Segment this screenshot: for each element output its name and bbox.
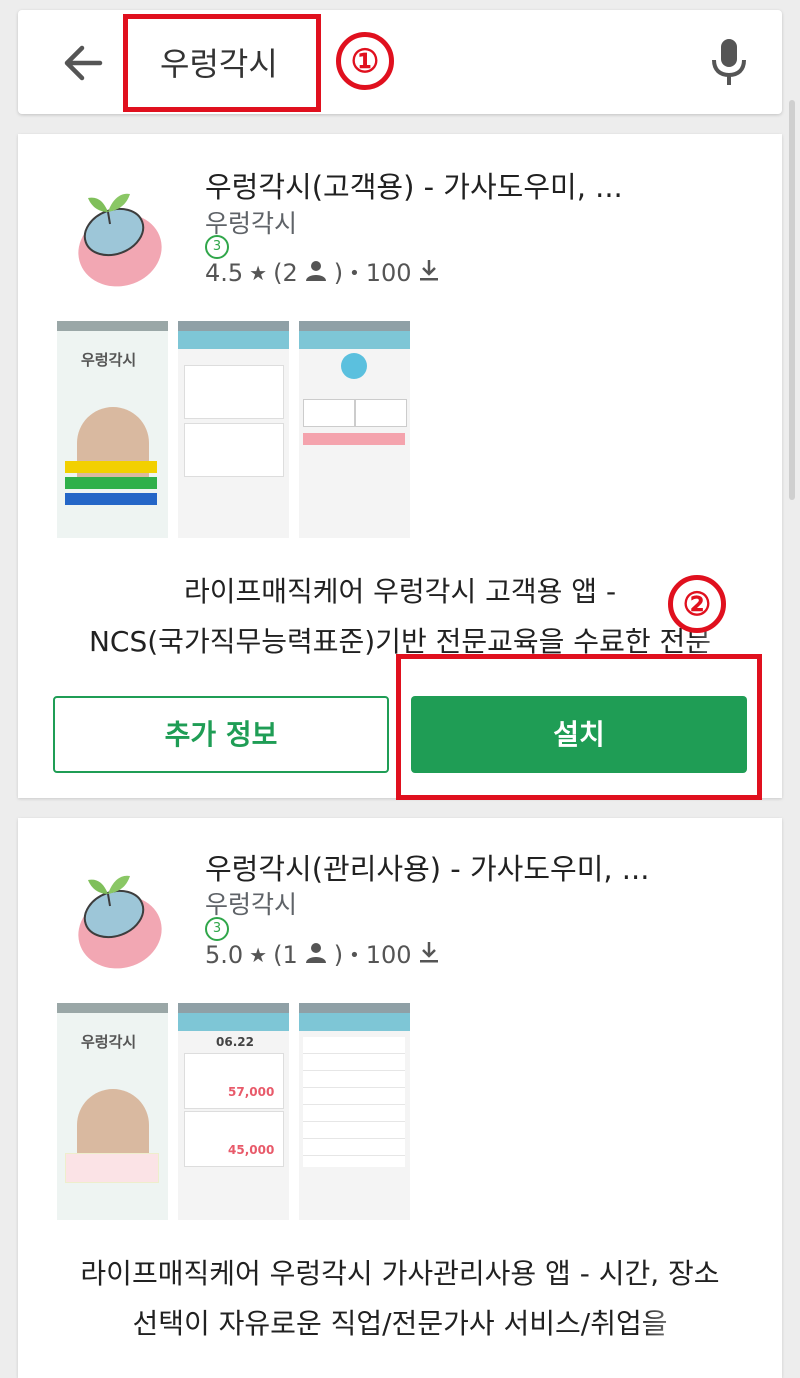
screenshot-green-bar [65,477,157,489]
install-count: 100 [365,259,412,287]
app-icon[interactable] [68,178,168,290]
description-fade [640,1296,720,1336]
screenshot-login-form [65,1153,159,1183]
person-icon [304,940,328,970]
back-arrow-icon[interactable] [60,40,106,86]
rating-row: 5.0 ★ (1 ) • 100 [205,940,440,970]
download-icon [418,258,440,288]
screenshot-date: 06.22 [216,1035,254,1049]
screenshot-list-item [184,365,284,419]
separator-dot: • [349,262,360,284]
screenshot-option [303,399,355,427]
annotation-number-2: ② [668,575,726,633]
review-count-close: ) [333,941,344,969]
app-description-line: 라이프매직케어 우렁각시 고객용 앱 - [183,575,617,608]
screenshot-button [303,433,405,445]
screenshot-brand: 우렁각시 [81,1033,137,1051]
star-icon: ★ [249,943,268,967]
install-count: 100 [365,941,412,969]
app-screenshot[interactable]: 06.22 57,000 45,000 [178,1003,289,1220]
microphone-icon[interactable] [710,38,748,86]
screenshot-option [355,399,407,427]
rating-row: 4.5 ★ (2 ) • 100 [205,258,440,288]
rating-value: 4.5 [205,259,244,287]
review-count: (1 [273,941,298,969]
screenshot-brand: 우렁각시 [81,351,137,369]
app-title[interactable]: 우렁각시(고객용) - 가사도우미, ... [205,164,623,206]
app-icon[interactable] [68,860,168,972]
developer-name[interactable]: 우렁각시 [205,885,297,921]
screenshot-list-item [184,423,284,477]
rating-value: 5.0 [205,941,244,969]
screenshot-list-item [184,1053,284,1109]
rating-badge-icon: 3 [205,235,229,259]
app-screenshot[interactable]: 우렁각시 [57,1003,168,1220]
install-highlight-box [396,654,762,800]
review-count-close: ) [333,259,344,287]
screenshot-menu-list [303,1037,405,1167]
download-icon [418,940,440,970]
separator-dot: • [349,944,360,966]
screenshot-price: 57,000 [228,1085,275,1099]
app-screenshot[interactable]: 우렁각시 [57,321,168,538]
more-info-button[interactable]: 추가 정보 [53,696,389,773]
review-count: (2 [273,259,298,287]
app-screenshot[interactable] [178,321,289,538]
more-info-label: 추가 정보 [164,718,278,751]
person-icon [304,258,328,288]
app-description-line: 라이프매직케어 우렁각시 가사관리사용 앱 - 시간, 장소 [80,1257,720,1290]
annotation-number-1: ① [336,32,394,90]
star-icon: ★ [249,261,268,285]
app-screenshot[interactable] [299,1003,410,1220]
app-title[interactable]: 우렁각시(관리사용) - 가사도우미, ... [205,846,649,888]
scrollbar[interactable] [789,100,795,500]
search-highlight-box [123,14,321,112]
screenshot-list-item [184,1111,284,1167]
app-screenshot[interactable] [299,321,410,538]
screenshot-photo [77,407,149,487]
screenshot-yellow-bar [65,461,157,473]
screenshot-price: 45,000 [228,1143,275,1157]
rating-badge-icon: 3 [205,917,229,941]
screenshot-blue-bar [65,493,157,505]
screenshot-icon [341,353,367,379]
